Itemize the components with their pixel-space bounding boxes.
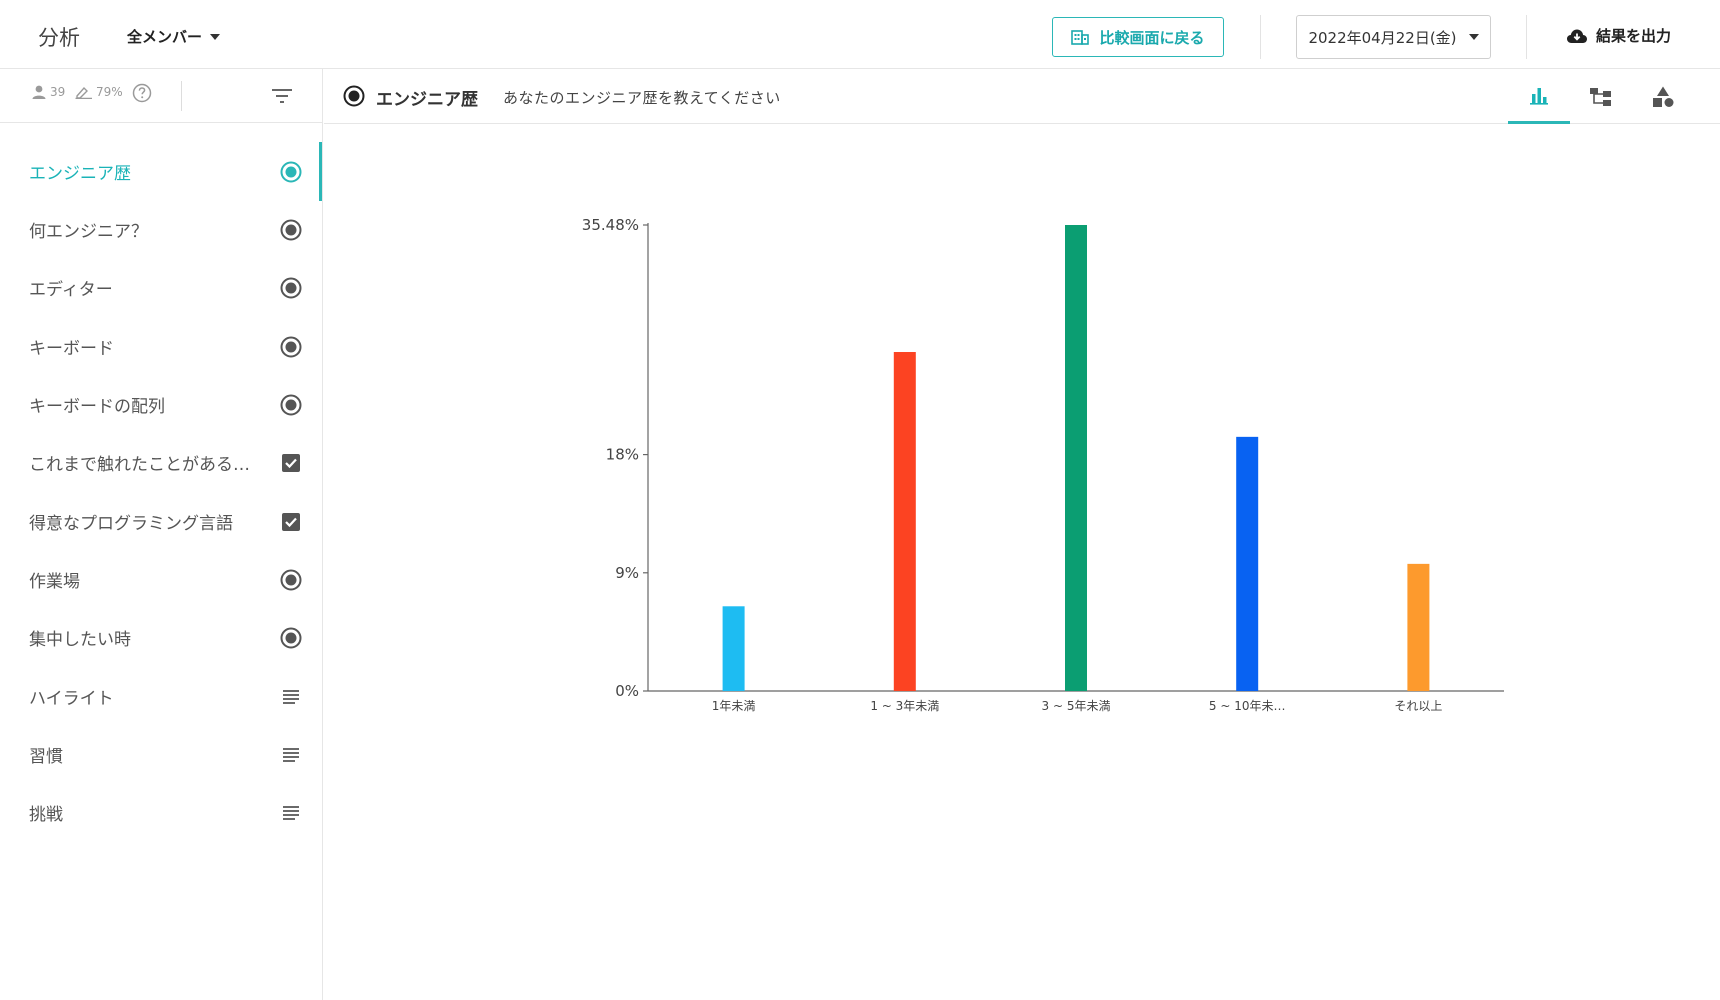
bar-chart-icon: [1530, 88, 1548, 105]
sidebar-question-item[interactable]: 習慣: [0, 725, 318, 783]
page-title: 分析: [38, 26, 80, 50]
tab-shapes-view[interactable]: [1632, 69, 1694, 124]
building-icon: [1071, 30, 1090, 45]
sidebar-question-label: エンジニア歴: [29, 164, 131, 184]
filter-button[interactable]: [271, 88, 293, 108]
sidebar-question-label: エディター: [29, 280, 113, 300]
sidebar-header: 39 79%: [0, 69, 323, 123]
sidebar-question-item[interactable]: エディター: [0, 258, 318, 316]
question-description: あなたのエンジニア歴を教えてください: [503, 89, 781, 107]
caret-down-icon: [210, 33, 221, 40]
sidebar-question-label: 何エンジニア？: [29, 222, 148, 242]
sidebar-question-item[interactable]: キーボード: [0, 317, 318, 375]
sidebar-question-item[interactable]: 集中したい時: [0, 608, 318, 666]
hierarchy-icon: [1590, 87, 1611, 106]
text-lines-icon: [283, 806, 299, 820]
y-tick-label: 18%: [606, 446, 639, 464]
radio-icon: [280, 336, 302, 358]
bar: [893, 352, 916, 691]
pen-rate-icon: [75, 86, 92, 99]
cloud-download-icon: [1567, 29, 1587, 43]
radio-icon: [280, 569, 302, 591]
respondent-count-value: 39: [50, 85, 66, 99]
tab-tree-view[interactable]: [1570, 69, 1632, 124]
export-results-button[interactable]: 結果を出力: [1566, 25, 1671, 46]
radio-icon: [280, 161, 302, 183]
bar: [1236, 436, 1259, 691]
question-title: エンジニア歴: [376, 90, 478, 110]
caret-down-icon: [1468, 34, 1479, 40]
response-rate-value: 79%: [96, 85, 123, 99]
divider: [181, 81, 182, 111]
bar: [1407, 563, 1430, 691]
sidebar-question-item[interactable]: 得意なプログラミング言語: [0, 492, 318, 550]
radio-icon: [280, 394, 302, 416]
x-tick-label: 3 ~ 5年未満: [1042, 699, 1111, 713]
help-button[interactable]: [132, 83, 152, 103]
radio-icon: [280, 627, 302, 649]
tab-bar-chart[interactable]: [1508, 69, 1570, 124]
sidebar-question-item[interactable]: 挑戦: [0, 783, 318, 841]
sidebar-question-label: 集中したい時: [29, 630, 131, 650]
back-to-compare-button[interactable]: 比較画面に戻る: [1052, 17, 1224, 57]
sidebar-question-label: 作業場: [29, 572, 80, 592]
sidebar-question-item[interactable]: これまで触れたことがある…: [0, 433, 318, 491]
question-sidebar: 39 79% エンジニア歴 何エンジニア？ エディターキーボードキーボードの配列これ…: [0, 69, 323, 1000]
top-bar: 分析 全メンバー 比較画面に戻る 2022年04月22日(金) 結果を出力: [0, 0, 1720, 69]
bar: [1065, 225, 1087, 691]
respondent-count: 39: [31, 85, 65, 99]
chart-panel: 0% 9% 18% 35.48% 1年未満 1 ~ 3年未満 3 ~ 5年未満 5 ~ 10年…: [324, 125, 1720, 1000]
sidebar-question-label: キーボード: [29, 339, 114, 359]
sidebar-question-label: これまで触れたことがある…: [29, 455, 250, 475]
checkbox-icon: [282, 454, 300, 472]
x-tick-label: 5 ~ 10年未…: [1209, 699, 1286, 713]
shapes-icon: [1653, 86, 1674, 107]
text-lines-icon: [283, 690, 299, 704]
sidebar-question-item[interactable]: 作業場: [0, 550, 318, 608]
divider: [1526, 15, 1527, 59]
export-button-label: 結果を出力: [1596, 27, 1672, 45]
sidebar-question-item[interactable]: エンジニア歴: [0, 142, 318, 200]
y-tick-label: 35.48%: [582, 216, 639, 234]
filter-lines-icon: [272, 89, 292, 103]
sidebar-question-item[interactable]: キーボードの配列: [0, 375, 318, 433]
sidebar-question-item[interactable]: 何エンジニア？: [0, 200, 318, 258]
x-tick-label: 1 ~ 3年未満: [870, 699, 939, 713]
radio-icon: [280, 277, 302, 299]
date-dropdown[interactable]: 2022年04月22日(金): [1296, 15, 1491, 59]
divider: [1260, 15, 1261, 59]
checkbox-icon: [282, 513, 300, 531]
y-tick-label: 9%: [615, 564, 639, 582]
bar-chart: 0% 9% 18% 35.48% 1年未満 1 ~ 3年未満 3 ~ 5年未満 5 ~ 10年…: [582, 216, 1504, 713]
x-tick-label: それ以上: [1394, 699, 1442, 713]
active-indicator: [319, 142, 322, 201]
date-label: 2022年04月22日(金): [1308, 28, 1457, 47]
sidebar-question-label: 習慣: [29, 747, 63, 767]
sidebar-question-label: ハイライト: [29, 689, 114, 709]
x-tick-label: 1年未満: [712, 699, 756, 713]
sidebar-question-label: キーボードの配列: [29, 397, 165, 417]
help-circle-icon: [132, 83, 152, 103]
radio-selected-icon: [343, 85, 365, 107]
person-icon: [32, 85, 46, 99]
sidebar-question-label: 得意なプログラミング言語: [29, 514, 233, 534]
member-filter-label: 全メンバー: [127, 28, 203, 46]
y-tick-label: 0%: [615, 682, 639, 700]
response-rate: 79%: [75, 85, 123, 99]
member-filter-dropdown[interactable]: 全メンバー: [127, 26, 221, 47]
back-button-label: 比較画面に戻る: [1099, 28, 1205, 47]
sidebar-question-label: 挑戦: [29, 805, 63, 825]
text-lines-icon: [283, 748, 299, 762]
radio-icon: [280, 219, 302, 241]
question-header: エンジニア歴 あなたのエンジニア歴を教えてください: [324, 69, 1720, 124]
bar: [722, 606, 745, 691]
sidebar-question-item[interactable]: ハイライト: [0, 667, 318, 725]
